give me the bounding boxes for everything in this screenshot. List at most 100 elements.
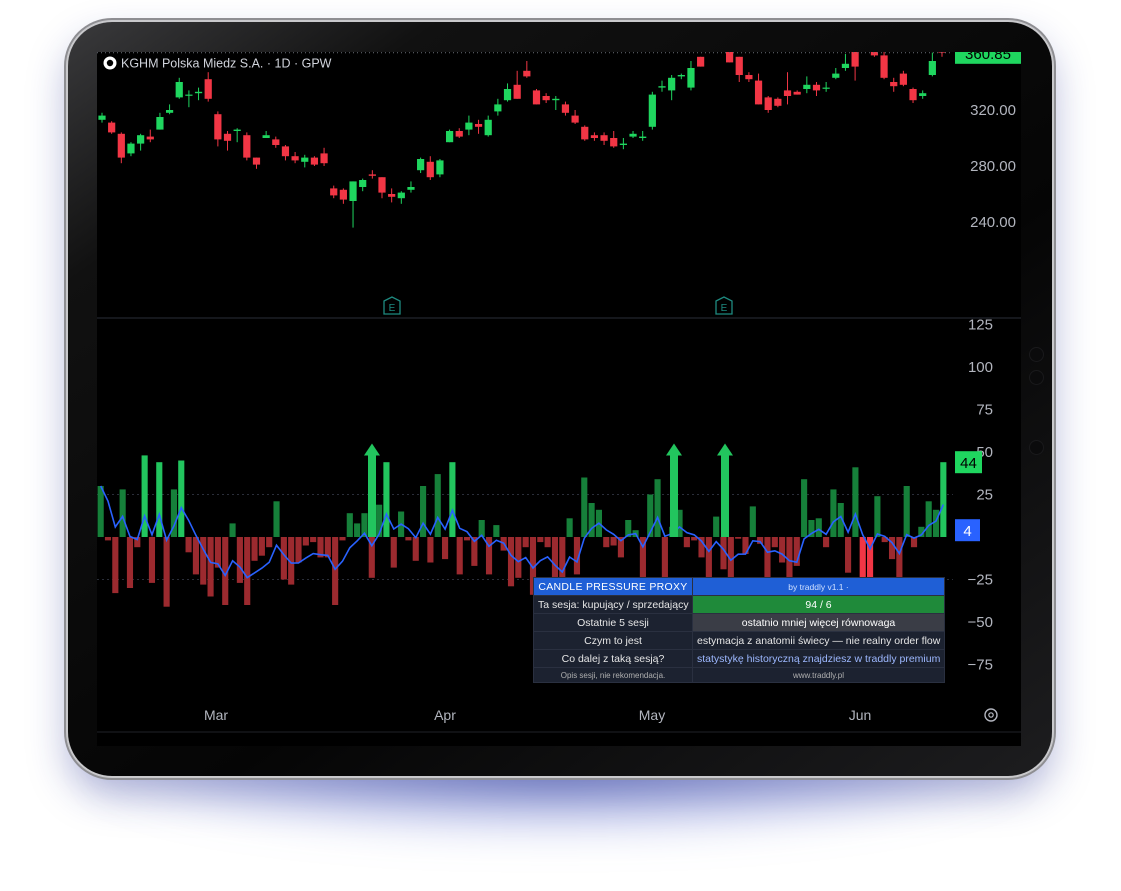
candle-body: [513, 84, 521, 99]
candle-body: [561, 104, 570, 113]
candle-body: [233, 129, 241, 131]
candle-body: [668, 77, 676, 91]
pressure-bar: [515, 537, 522, 578]
pressure-bar: [852, 467, 859, 537]
buy-arrow-bar: [670, 455, 678, 537]
candle-body: [108, 122, 116, 133]
row-value: ostatnio mniej więcej równowaga: [692, 613, 945, 632]
earnings-marker-icon[interactable]: E: [383, 296, 401, 315]
pressure-bar: [537, 537, 544, 543]
candle-body: [310, 157, 319, 165]
candle-body: [503, 89, 512, 101]
pressure-bar: [302, 537, 309, 546]
candle-body: [146, 136, 154, 140]
price-tick-label: 240.00: [970, 214, 1016, 231]
premium-link[interactable]: statystykę historyczną znajdziesz w trad…: [692, 649, 945, 668]
pressure-bar: [925, 501, 932, 537]
pressure-bar: [207, 537, 214, 597]
candle-body: [117, 133, 125, 158]
candle-body: [938, 52, 946, 53]
footer-website-link[interactable]: www.traddly.pl: [692, 667, 945, 683]
pressure-bar: [566, 518, 573, 537]
osc-tick-label: 75: [976, 402, 993, 419]
price-tick-label: 320.00: [970, 102, 1016, 119]
pressure-bar: [192, 537, 199, 575]
pressure-bar: [310, 537, 317, 543]
buy-arrow-icon: [364, 443, 380, 456]
pressure-bar: [779, 537, 786, 563]
time-axis-label: May: [639, 707, 665, 723]
candle-body: [590, 135, 599, 138]
pressure-bar: [896, 537, 903, 582]
pressure-bar: [420, 486, 427, 537]
row-label: Ostatnie 5 sesji: [533, 613, 693, 632]
pressure-bar: [874, 496, 881, 537]
candle-body: [774, 98, 782, 106]
pressure-bar: [332, 537, 339, 605]
candle-body: [783, 90, 792, 96]
last-price-label: 360.85: [965, 52, 1011, 63]
candle-body: [368, 174, 376, 176]
candle-body: [388, 194, 396, 197]
pressure-bar: [815, 518, 822, 537]
buy-arrow-icon: [666, 443, 682, 456]
candle-body: [919, 93, 927, 96]
candle-body: [928, 61, 936, 75]
candle-body: [252, 157, 261, 165]
pressure-bar: [463, 537, 471, 541]
pressure-bar: [581, 477, 588, 537]
sensor-dot: [1029, 370, 1044, 385]
pressure-bar: [830, 489, 837, 537]
candle-body: [156, 117, 164, 130]
candle-body: [330, 188, 338, 196]
candle-body: [832, 73, 840, 78]
settings-gear-icon[interactable]: [984, 708, 998, 722]
camera-dot: [1029, 347, 1044, 362]
candle-body: [542, 96, 550, 101]
candle-body: [455, 131, 463, 137]
pressure-bar: [522, 537, 529, 548]
pressure-bar: [266, 537, 273, 548]
pressure-bar: [354, 523, 361, 537]
candle-body: [822, 87, 830, 89]
candle-body: [697, 56, 705, 67]
pressure-bar: [544, 537, 551, 548]
osc-tick-label: −25: [968, 572, 993, 589]
table-row: Co dalej z taką sesją? statystykę histor…: [533, 649, 945, 668]
pressure-bar: [654, 479, 661, 537]
candle-body: [677, 75, 685, 77]
candle-body: [262, 135, 270, 138]
pressure-bar: [258, 537, 265, 556]
pressure-bar: [449, 462, 456, 537]
candle-body: [812, 84, 821, 91]
earnings-marker-label: E: [721, 303, 728, 314]
pressure-bar: [940, 462, 947, 537]
symbol-header[interactable]: KGHM Polska Miedz S.A. · 1D · GPW: [103, 56, 332, 71]
candle-body: [793, 91, 801, 95]
pressure-bar: [295, 537, 302, 563]
pressure-bar: [456, 537, 463, 575]
candle-body: [465, 122, 473, 130]
earnings-marker-icon[interactable]: E: [715, 296, 733, 315]
candle-body: [301, 157, 309, 162]
pressure-bar: [383, 462, 390, 537]
candle-body: [909, 89, 917, 101]
pressure-bar: [126, 537, 134, 588]
osc-tick-label: 25: [976, 487, 993, 504]
pressure-bar: [229, 523, 236, 537]
candle-body: [899, 73, 907, 85]
pressure-bar: [823, 537, 830, 548]
pressure-bar: [339, 537, 346, 541]
pressure-bar: [178, 460, 185, 537]
candle-body: [194, 91, 203, 94]
buy-arrow-bar: [368, 455, 376, 537]
pressure-bar: [251, 537, 258, 561]
candle-body: [291, 156, 299, 161]
footer-disclaimer: Opis sesji, nie rekomendacja.: [533, 667, 693, 683]
candle-body: [745, 75, 753, 80]
candle-body: [204, 79, 212, 99]
candle-body: [658, 86, 666, 88]
candle-body: [803, 84, 811, 89]
candle-body: [281, 146, 290, 157]
pressure-bar: [236, 537, 243, 583]
